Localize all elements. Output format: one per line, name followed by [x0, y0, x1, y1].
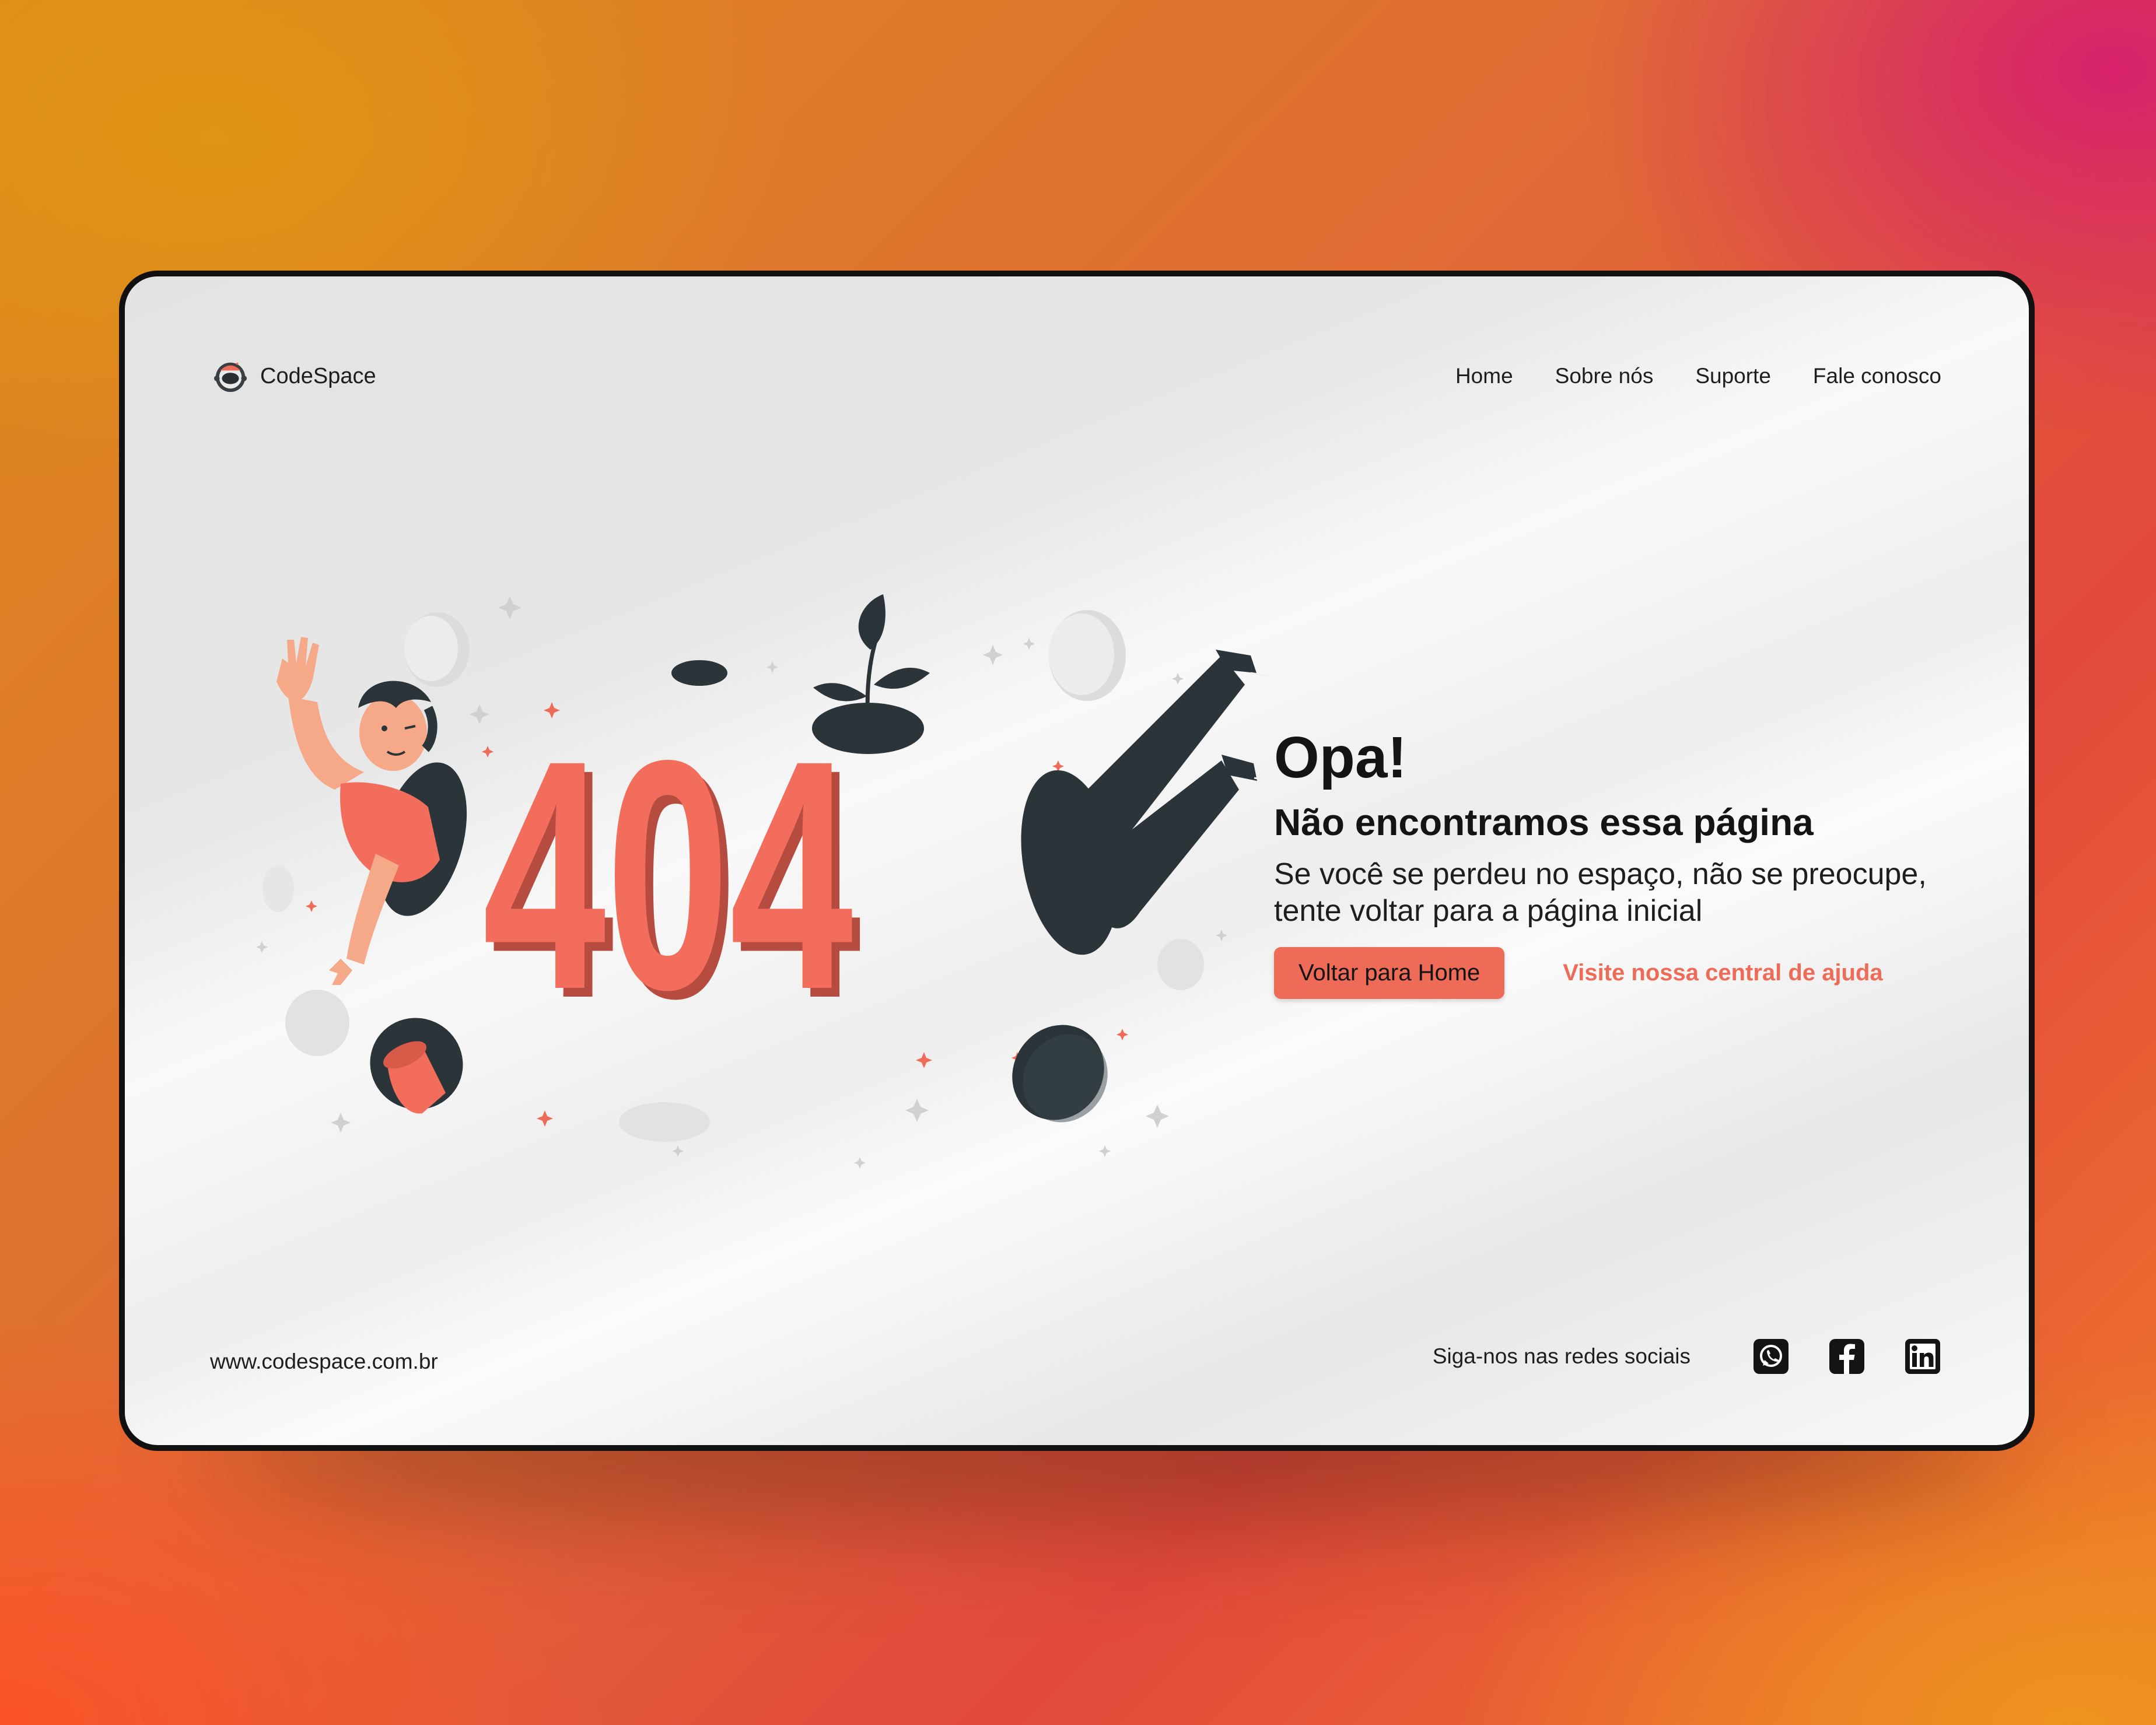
- error-code: 404: [482, 693, 855, 1057]
- error-message: Opa! Não encontramos essa página Se você…: [1274, 725, 1974, 1000]
- nav-item-suporte[interactable]: Suporte: [1695, 364, 1771, 388]
- page-title: Opa!: [1274, 725, 1407, 790]
- footer-url[interactable]: www.codespace.com.br: [210, 1349, 438, 1374]
- error-404-graphic: 404 404: [482, 693, 862, 1066]
- astronaut-helmet-icon: [214, 362, 247, 392]
- linkedin-icon[interactable]: [1904, 1338, 1941, 1375]
- person-falling-through-holes-illustration: 404 404: [256, 594, 1272, 1169]
- nav-item-home[interactable]: Home: [1455, 364, 1513, 388]
- whatsapp-icon[interactable]: [1752, 1338, 1790, 1375]
- facebook-icon[interactable]: [1828, 1338, 1866, 1375]
- hat-hole: [370, 1018, 463, 1114]
- nav-item-fale-conosco[interactable]: Fale conosco: [1813, 364, 1941, 388]
- page-subtitle: Não encontramos essa página: [1274, 801, 1814, 843]
- social-label: Siga-nos nas redes sociais: [1432, 1344, 1690, 1368]
- falling-person-left: [276, 637, 467, 985]
- browser-window: CodeSpace Home Sobre nós Suporte Fale co…: [119, 271, 2035, 1451]
- social-links: Siga-nos nas redes sociais: [1433, 1338, 1941, 1375]
- brand-name: CodeSpace: [260, 363, 376, 388]
- page-description: Se você se perdeu no espaço, não se preo…: [1274, 857, 1927, 928]
- back-home-button[interactable]: Voltar para Home: [1274, 947, 1505, 1000]
- actions-row: Voltar para Home Visite nossa central de…: [1274, 947, 1974, 1000]
- help-center-link[interactable]: Visite nossa central de ajuda: [1563, 960, 1882, 986]
- nav-item-sobre-nos[interactable]: Sobre nós: [1555, 364, 1654, 388]
- brand-logo[interactable]: CodeSpace: [212, 358, 376, 394]
- falling-person-legs: [1021, 650, 1272, 955]
- main-nav: Home Sobre nós Suporte Fale conosco: [1455, 364, 1941, 388]
- small-hole: [671, 660, 727, 686]
